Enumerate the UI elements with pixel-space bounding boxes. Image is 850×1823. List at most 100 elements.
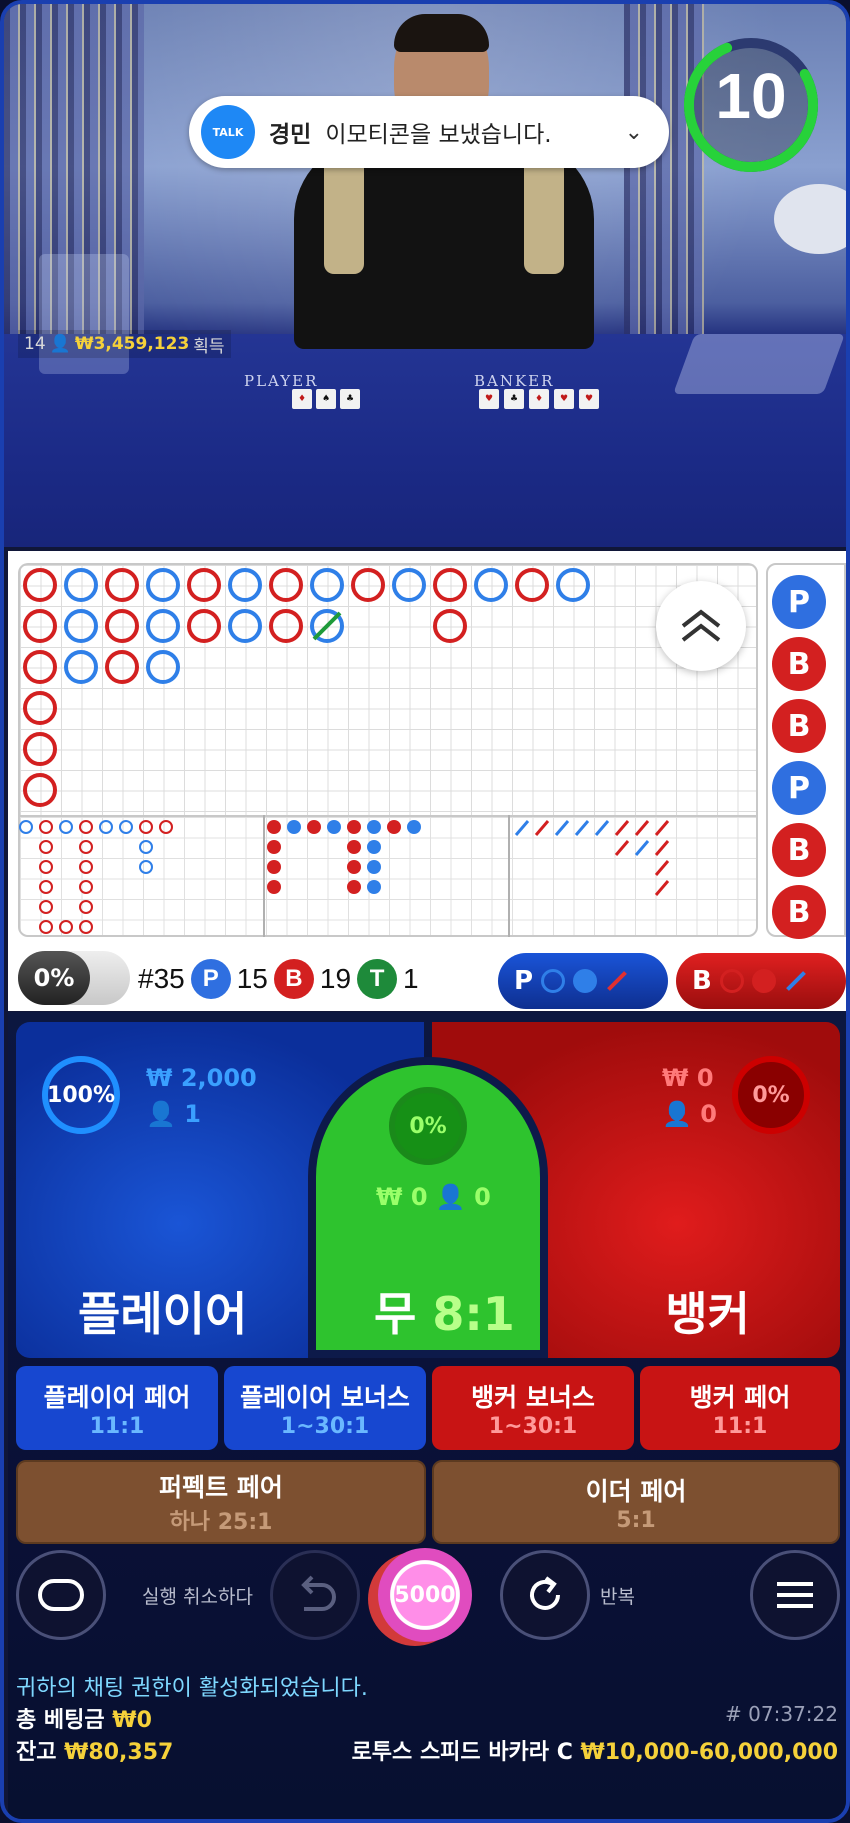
banker-win-icon: B [273, 959, 314, 999]
road-mark [59, 820, 73, 834]
total-bet-label: 총 베팅금 [16, 1708, 105, 1733]
repeat-icon [530, 1576, 560, 1610]
banker-bettors: 👤 0 [662, 1100, 717, 1128]
road-mark [139, 860, 153, 874]
road-mark [267, 840, 281, 854]
road-mark [39, 860, 53, 874]
road-mark [347, 840, 361, 854]
prediction-letter: B [692, 966, 712, 996]
banker-card: ♦ [529, 389, 549, 409]
road-mark [146, 568, 180, 602]
game-screen: PLAYER BANKER ♦ ♠ ♣ ♥ ♣ ♦ ♥ ♥ 14 👤 ₩3,45… [0, 0, 850, 1823]
side-bet-odds: 하나 25:1 [169, 1510, 273, 1535]
winners-bar: 14 👤 ₩3,459,123 획득 [18, 330, 231, 358]
road-mark [39, 920, 53, 934]
player-label: 플레이어 [78, 1287, 248, 1341]
menu-button[interactable] [750, 1550, 840, 1640]
tie-bet-spot[interactable]: 0% ₩ 0 👤 0 무 8:1 [308, 1057, 548, 1358]
balance-label: 잔고 [16, 1740, 57, 1765]
road-mark [39, 840, 53, 854]
dealer [284, 14, 604, 349]
road-mark [267, 820, 281, 834]
balance-value: ₩80,357 [64, 1740, 174, 1765]
player-bettor-count: 1 [184, 1100, 201, 1128]
tie-amount-row: ₩ 0 👤 0 [376, 1183, 491, 1211]
road-mark [515, 568, 549, 602]
chat-bubble-button[interactable] [16, 1550, 106, 1640]
banker-card: ♣ [504, 389, 524, 409]
bead-item: P [772, 761, 826, 815]
road-mark [407, 820, 421, 834]
chat-notification[interactable]: TALK 경민 이모티콘을 보냈습니다. ⌄ [189, 96, 669, 168]
undo-button[interactable] [270, 1550, 360, 1640]
tie-mark [312, 611, 342, 641]
bead-item: B [772, 823, 826, 877]
prediction-letter: P [514, 966, 534, 996]
road-mark [119, 820, 133, 834]
undo-label: 실행 취소하다 [142, 1586, 253, 1608]
percent-toggle[interactable]: 0% [18, 951, 130, 1005]
player-pair-bet[interactable]: 플레이어 페어 11:1 [16, 1366, 218, 1450]
road-mark [79, 840, 93, 854]
chip-selector[interactable]: 5000 [368, 1548, 478, 1646]
road-mark [105, 568, 139, 602]
card-shoe [673, 334, 845, 394]
chat-bubble-icon [38, 1579, 84, 1611]
player-card: ♦ [292, 389, 312, 409]
road-mark [367, 840, 381, 854]
road-mark [19, 820, 33, 834]
road-mark [634, 820, 650, 836]
road-mark [327, 820, 341, 834]
tie-icon: T [357, 959, 398, 999]
perfect-pair-bet[interactable]: 퍼펙트 페어 하나 25:1 [16, 1460, 426, 1544]
table-name: 로투스 스피드 바카라 C [351, 1740, 573, 1765]
banker-percent-ring: 0% [732, 1056, 810, 1134]
road-mark [39, 820, 53, 834]
repeat-label: 반복 [600, 1586, 635, 1608]
winner-count: 14 [24, 334, 46, 354]
road-mark [23, 773, 57, 807]
road-mark [654, 860, 670, 876]
table-limits: ₩10,000-60,000,000 [580, 1740, 838, 1765]
banker-prediction-button[interactable]: B [676, 953, 846, 1009]
road-mark [79, 880, 93, 894]
road-mark [79, 820, 93, 834]
balance-row: 잔고 ₩80,357 [16, 1734, 173, 1766]
chevron-down-icon[interactable]: ⌄ [625, 120, 643, 145]
road-mark [351, 568, 385, 602]
shoe-number: #35 [138, 963, 185, 994]
shoe-stats-bar: 0% #35 P 15 B 19 T 1 P B [8, 939, 846, 1011]
side-bet-odds: 11:1 [712, 1413, 768, 1439]
road-mark [433, 609, 467, 643]
road-mark [367, 880, 381, 894]
road-mark [556, 568, 590, 602]
road-mark [474, 568, 508, 602]
banker-bonus-bet[interactable]: 뱅커 보너스 1~30:1 [432, 1366, 634, 1450]
person-icon: 👤 [49, 334, 71, 354]
notification-sender: 경민 [269, 122, 312, 148]
player-bonus-bet[interactable]: 플레이어 보너스 1~30:1 [224, 1366, 426, 1450]
expand-roadmap-button[interactable] [656, 581, 746, 671]
betting-area: 100% ₩ 2,000 👤 1 플레이어 0% ₩ 0 👤 0 뱅커 0% ₩… [8, 1012, 846, 1819]
road-mark [23, 650, 57, 684]
road-mark [187, 609, 221, 643]
road-mark [347, 820, 361, 834]
road-mark [347, 880, 361, 894]
repeat-button[interactable] [500, 1550, 590, 1640]
chat-status-message: 귀하의 채팅 권한이 활성화되었습니다. [16, 1676, 368, 1701]
dot-icon [573, 969, 598, 993]
banker-pair-bet[interactable]: 뱅커 페어 11:1 [640, 1366, 840, 1450]
road-mark [514, 820, 530, 836]
road-mark [654, 820, 670, 836]
player-card: ♠ [316, 389, 336, 409]
road-mark [654, 840, 670, 856]
notification-message: 이모티콘을 보냈습니다. [325, 122, 552, 148]
either-pair-bet[interactable]: 이더 페어 5:1 [432, 1460, 840, 1544]
total-bet-row: 총 베팅금 ₩0 [16, 1702, 152, 1734]
side-bet-title: 퍼펙트 페어 [159, 1473, 283, 1502]
road-mark [634, 840, 650, 856]
side-bet-odds: 5:1 [616, 1507, 656, 1533]
player-prediction-button[interactable]: P [498, 953, 668, 1009]
side-bet-title: 이더 페어 [585, 1476, 687, 1506]
ring-icon [719, 969, 744, 993]
